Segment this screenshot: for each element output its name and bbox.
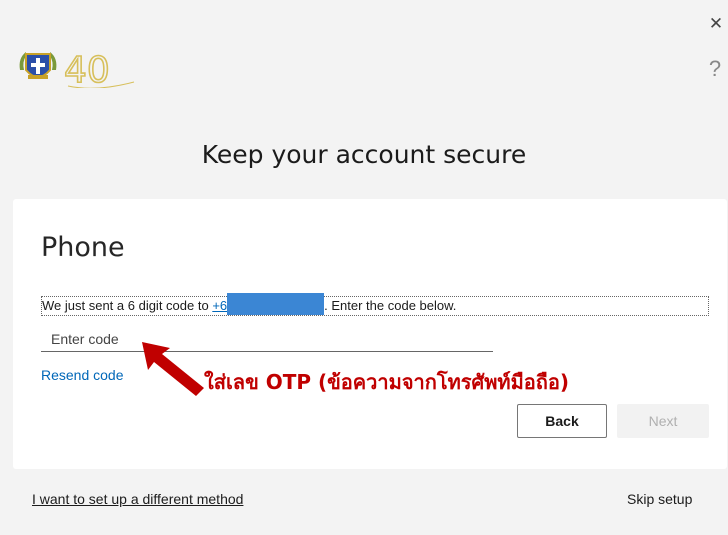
different-method-link[interactable]: I want to set up a different method bbox=[32, 491, 243, 507]
section-title: Phone bbox=[41, 232, 125, 263]
message-prefix: We just sent a 6 digit code to bbox=[42, 298, 213, 313]
message-suffix: . Enter the code below. bbox=[324, 298, 457, 313]
close-button[interactable]: ✕ bbox=[706, 12, 726, 36]
otp-annotation-text: ใส่เลข OTP (ข้อความจากโทรศัพท์มือถือ) bbox=[204, 370, 570, 394]
annotation-arrow-icon bbox=[142, 342, 204, 396]
code-input[interactable] bbox=[41, 326, 493, 352]
page-title: Keep your account secure bbox=[201, 140, 527, 169]
code-sent-message: We just sent a 6 digit code to +6 . Enter… bbox=[41, 292, 709, 316]
back-button[interactable]: Back bbox=[517, 404, 607, 438]
next-button[interactable]: Next bbox=[617, 404, 709, 438]
resend-code-link[interactable]: Resend code bbox=[41, 367, 124, 383]
close-icon: ✕ bbox=[708, 14, 724, 34]
help-icon: ? bbox=[708, 56, 722, 81]
school-crest-icon bbox=[19, 52, 57, 79]
redacted-phone-number bbox=[227, 292, 325, 315]
skip-setup-link[interactable]: Skip setup bbox=[627, 491, 692, 507]
phone-number-link[interactable]: +6 bbox=[212, 298, 227, 313]
anniversary-40-logo: 40 bbox=[63, 49, 135, 92]
svg-text:40: 40 bbox=[64, 50, 110, 88]
organization-logo: 40 bbox=[16, 48, 136, 92]
help-button[interactable]: ? bbox=[704, 54, 726, 84]
